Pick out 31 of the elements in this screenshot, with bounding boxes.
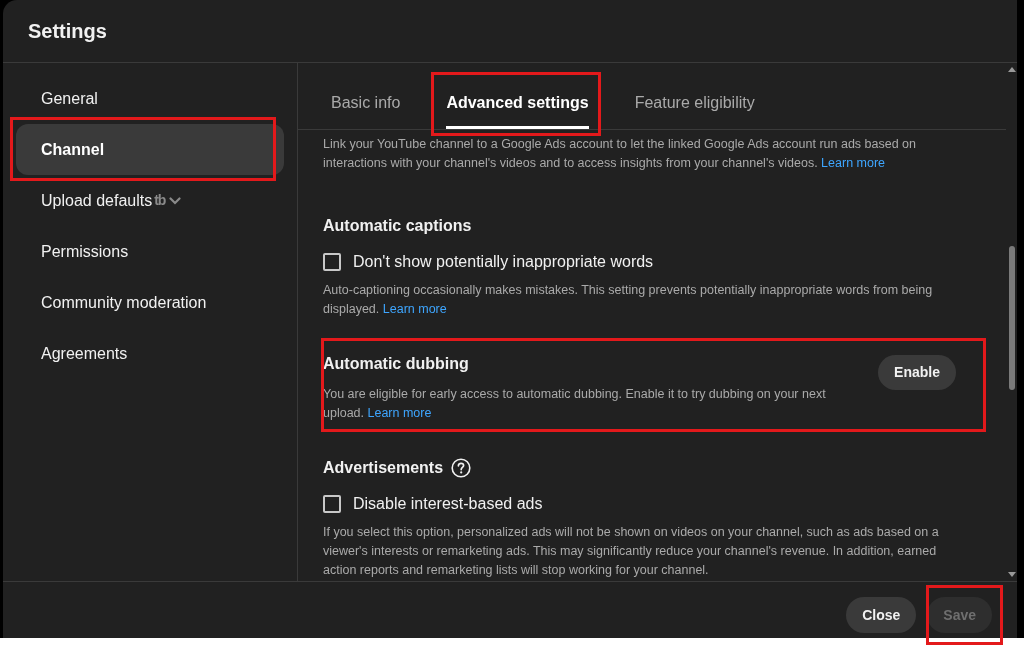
setting-description: You are eligible for early access to automatic dubbing. Enable it to try dubbing on your next upload. Learn more: [323, 386, 827, 422]
help-icon[interactable]: [451, 458, 472, 478]
learn-more-link[interactable]: Learn more: [367, 406, 432, 420]
sidebar-item[interactable]: General: [16, 73, 284, 124]
section-heading: Automatic dubbing: [323, 354, 469, 374]
sidebar-item[interactable]: Agreements: [16, 328, 284, 379]
tab[interactable]: Advanced settings: [446, 93, 589, 129]
tab[interactable]: Basic info: [331, 93, 401, 129]
dialog-title: Settings: [28, 19, 107, 44]
sidebar-item[interactable]: Upload defaultstb: [16, 175, 284, 226]
checkbox[interactable]: [323, 495, 341, 513]
section-heading: Automatic captions: [323, 216, 472, 236]
setting-description: If you select this option, personalized ads will not be shown on videos on your channel, such as ads based on a viewer's interests or remarketing ads. This may significantly reduce your channel's revenue. In addition, earned action reports and remarketing lists will stop working for your channel.: [323, 524, 940, 579]
learn-more-link[interactable]: Learn more: [821, 156, 886, 170]
section-heading: Advertisements: [323, 458, 444, 478]
checkbox-label: Disable interest-based ads: [353, 494, 543, 514]
sidebar-item[interactable]: Permissions: [16, 226, 284, 277]
scrollbar-thumb[interactable]: [1008, 246, 1015, 390]
setting-description: Auto-captioning occasionally makes mistakes. This setting prevents potentially inappropriate words from being displayed. Learn more: [323, 282, 934, 318]
scroll-down-arrow-icon[interactable]: [1007, 572, 1016, 577]
footer-button[interactable]: Close: [846, 597, 917, 633]
tab[interactable]: Feature eligibility: [634, 93, 755, 129]
chevron-down-icon[interactable]: [169, 196, 182, 205]
scroll-up-arrow-icon[interactable]: [1007, 67, 1016, 72]
setting-description: Link your YouTube channel to a Google Ads account to let the linked Google Ads account run ads based on interactions with your channel's videos and to access insights from your channel's videos. Learn more: [323, 136, 917, 172]
sidebar-item[interactable]: Community moderation: [16, 277, 284, 328]
learn-more-link[interactable]: Learn more: [382, 302, 447, 316]
checkbox[interactable]: [323, 253, 341, 271]
extension-badge[interactable]: tb: [154, 190, 166, 211]
checkbox-label: Don't show potentially inappropriate words: [353, 252, 654, 272]
action-button[interactable]: Enable: [878, 355, 956, 390]
